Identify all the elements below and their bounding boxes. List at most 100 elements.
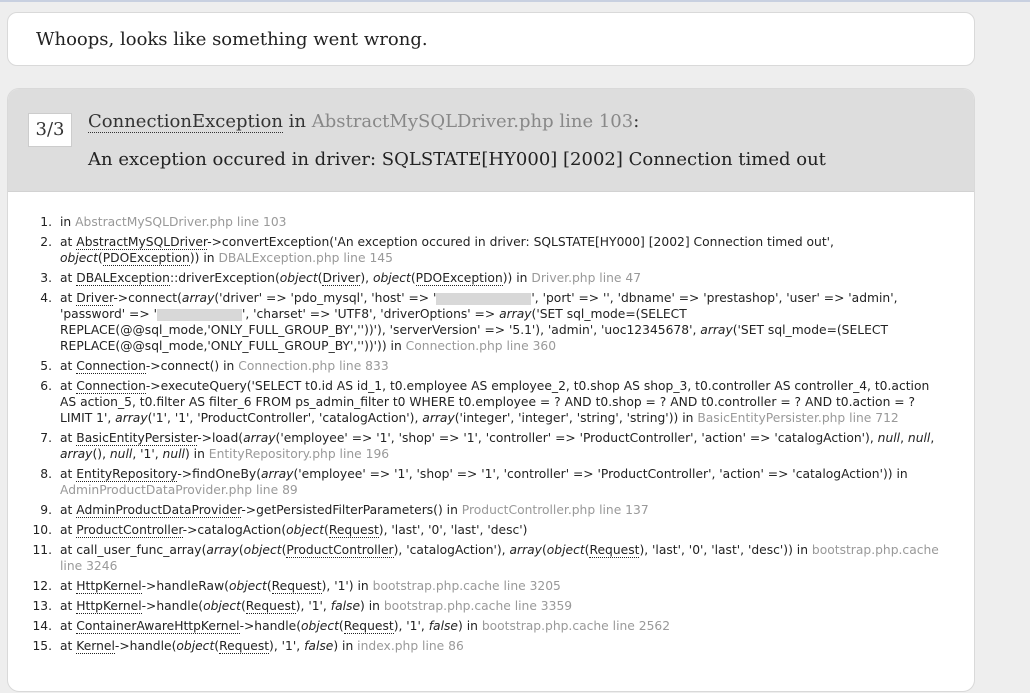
trace-text: ), 'last', '0', 'last', 'desc')) in: [639, 543, 812, 557]
trace-type-keyword: object: [243, 543, 282, 557]
trace-class-name[interactable]: EntityRepository: [76, 467, 178, 482]
trace-class-name[interactable]: Request: [328, 523, 379, 538]
trace-text: ('driver' => 'pdo_mysql', 'host' => ': [214, 291, 437, 305]
trace-text: ) in: [333, 639, 358, 653]
trace-text: ), '1',: [393, 619, 429, 633]
trace-file-link[interactable]: AbstractMySQLDriver.php line 103: [75, 215, 286, 229]
trace-type-keyword: array: [181, 291, 215, 305]
trace-text: ('employee' => '1', 'shop' => '1', 'cont…: [275, 431, 878, 445]
exception-header: 3/3 ConnectionException in AbstractMySQL…: [8, 89, 974, 192]
trace-class-name[interactable]: Request: [245, 599, 296, 614]
trace-class-name[interactable]: Connection: [76, 379, 146, 394]
stack-trace-number: 1.: [40, 215, 52, 229]
stack-trace-item: 1. in AbstractMySQLDriver.php line 103: [24, 214, 949, 230]
trace-text: , '1',: [132, 447, 163, 461]
trace-class-name[interactable]: BasicEntityPersister: [76, 431, 198, 446]
trace-text: at: [60, 359, 77, 373]
stack-trace-number: 9.: [40, 503, 52, 517]
trace-file-link[interactable]: Driver.php line 47: [531, 271, 641, 285]
trace-text: at: [60, 639, 77, 653]
trace-class-name[interactable]: Request: [343, 619, 394, 634]
trace-class-name[interactable]: AbstractMySQLDriver: [76, 235, 208, 250]
trace-class-name[interactable]: Driver: [322, 271, 361, 286]
trace-text: (: [338, 619, 344, 633]
stack-trace-number: 10.: [32, 523, 52, 537]
trace-text: ) in: [457, 619, 482, 633]
trace-class-name[interactable]: HttpKernel: [76, 599, 142, 614]
top-border: [0, 0, 1030, 2]
trace-class-name[interactable]: AdminProductDataProvider: [76, 503, 242, 518]
trace-file-link[interactable]: AdminProductDataProvider.php line 89: [60, 483, 298, 497]
trace-type-keyword: object: [203, 599, 241, 613]
trace-type-keyword: object: [286, 523, 325, 537]
trace-type-keyword: false: [428, 619, 458, 633]
trace-type-keyword: null: [109, 447, 133, 461]
stack-trace-number: 4.: [40, 291, 52, 305]
trace-file-link[interactable]: Connection.php line 833: [238, 359, 388, 373]
stack-trace-item: 2. at AbstractMySQLDriver->convertExcepti…: [24, 234, 949, 266]
stack-trace-number: 13.: [32, 599, 52, 613]
trace-file-link[interactable]: bootstrap.php.cache line 3359: [384, 599, 572, 613]
stack-trace-number: 11.: [32, 543, 52, 557]
trace-file-link[interactable]: index.php line 86: [357, 639, 464, 653]
trace-class-name[interactable]: ProductController: [76, 523, 183, 538]
trace-file-link[interactable]: bootstrap.php.cache line 2562: [482, 619, 670, 633]
trace-text: at call_user_func_array(: [60, 543, 207, 557]
trace-text: ) in: [184, 447, 209, 461]
trace-type-keyword: array: [422, 411, 455, 425]
exception-location[interactable]: AbstractMySQLDriver.php line 103: [312, 111, 633, 132]
trace-class-name[interactable]: Connection: [76, 359, 146, 374]
stack-trace-item: 11. at call_user_func_array(array(object(…: [24, 542, 949, 574]
trace-text: ), '1',: [295, 599, 331, 613]
stack-trace-item: 3. at DBALException::driverException(obje…: [24, 270, 949, 286]
trace-type-keyword: false: [330, 599, 361, 613]
trace-file-link[interactable]: DBALException.php line 145: [218, 251, 392, 265]
trace-text: at: [60, 271, 77, 285]
redacted-value: [156, 308, 242, 321]
trace-text: ->getPersistedFilterParameters() in: [241, 503, 462, 517]
trace-text: ), '1',: [269, 639, 305, 653]
trace-file-link[interactable]: bootstrap.php.cache line 3205: [373, 579, 561, 593]
trace-text: (: [97, 251, 103, 265]
trace-type-keyword: null: [877, 431, 901, 445]
stack-trace-item: 5. at Connection->connect() in Connection…: [24, 358, 949, 374]
trace-class-name[interactable]: PDOException: [415, 271, 503, 286]
page-headline: Whoops, looks like something went wrong.: [36, 29, 428, 50]
trace-text: at: [60, 523, 77, 537]
trace-class-name[interactable]: ContainerAwareHttpKernel: [76, 619, 240, 634]
trace-text: at: [60, 235, 77, 249]
trace-class-name[interactable]: DBALException: [76, 271, 170, 286]
trace-text: at: [60, 431, 77, 445]
trace-class-name[interactable]: Request: [271, 579, 322, 594]
trace-text: ->handleRaw(: [141, 579, 229, 593]
trace-type-keyword: array: [243, 431, 276, 445]
trace-file-link[interactable]: Connection.php line 360: [406, 339, 556, 353]
trace-type-keyword: array: [115, 411, 148, 425]
trace-text: at: [60, 379, 77, 393]
stack-trace-number: 8.: [40, 467, 52, 481]
trace-class-name[interactable]: PDOException: [102, 251, 190, 266]
stack-trace-number: 14.: [32, 619, 52, 633]
trace-class-name[interactable]: Request: [219, 639, 270, 654]
trace-file-link[interactable]: BasicEntityPersister.php line 712: [697, 411, 898, 425]
trace-type-keyword: object: [176, 639, 215, 653]
stack-trace-item: 12. at HttpKernel->handleRaw(object(Reque…: [24, 578, 949, 594]
trace-file-link[interactable]: EntityRepository.php line 196: [209, 447, 389, 461]
trace-text: ->convertException('An exception occured…: [207, 235, 834, 249]
trace-text: )) in: [502, 271, 532, 285]
trace-text: ->connect(: [113, 291, 182, 305]
trace-text: in: [60, 215, 76, 229]
trace-type-keyword: array: [499, 307, 532, 321]
trace-type-keyword: null: [907, 431, 931, 445]
trace-class-name[interactable]: HttpKernel: [76, 579, 142, 594]
stack-trace-number: 15.: [32, 639, 52, 653]
trace-class-name[interactable]: Driver: [76, 291, 114, 306]
trace-class-name[interactable]: Request: [589, 543, 640, 558]
exception-colon: :: [633, 111, 640, 132]
stack-trace-list: 1. in AbstractMySQLDriver.php line 103 2. a…: [24, 214, 949, 658]
exception-class[interactable]: ConnectionException: [88, 111, 283, 133]
trace-type-keyword: array: [261, 467, 294, 481]
trace-class-name[interactable]: ProductController: [286, 543, 394, 558]
trace-file-link[interactable]: ProductController.php line 137: [462, 503, 649, 517]
trace-class-name[interactable]: Kernel: [76, 639, 115, 654]
